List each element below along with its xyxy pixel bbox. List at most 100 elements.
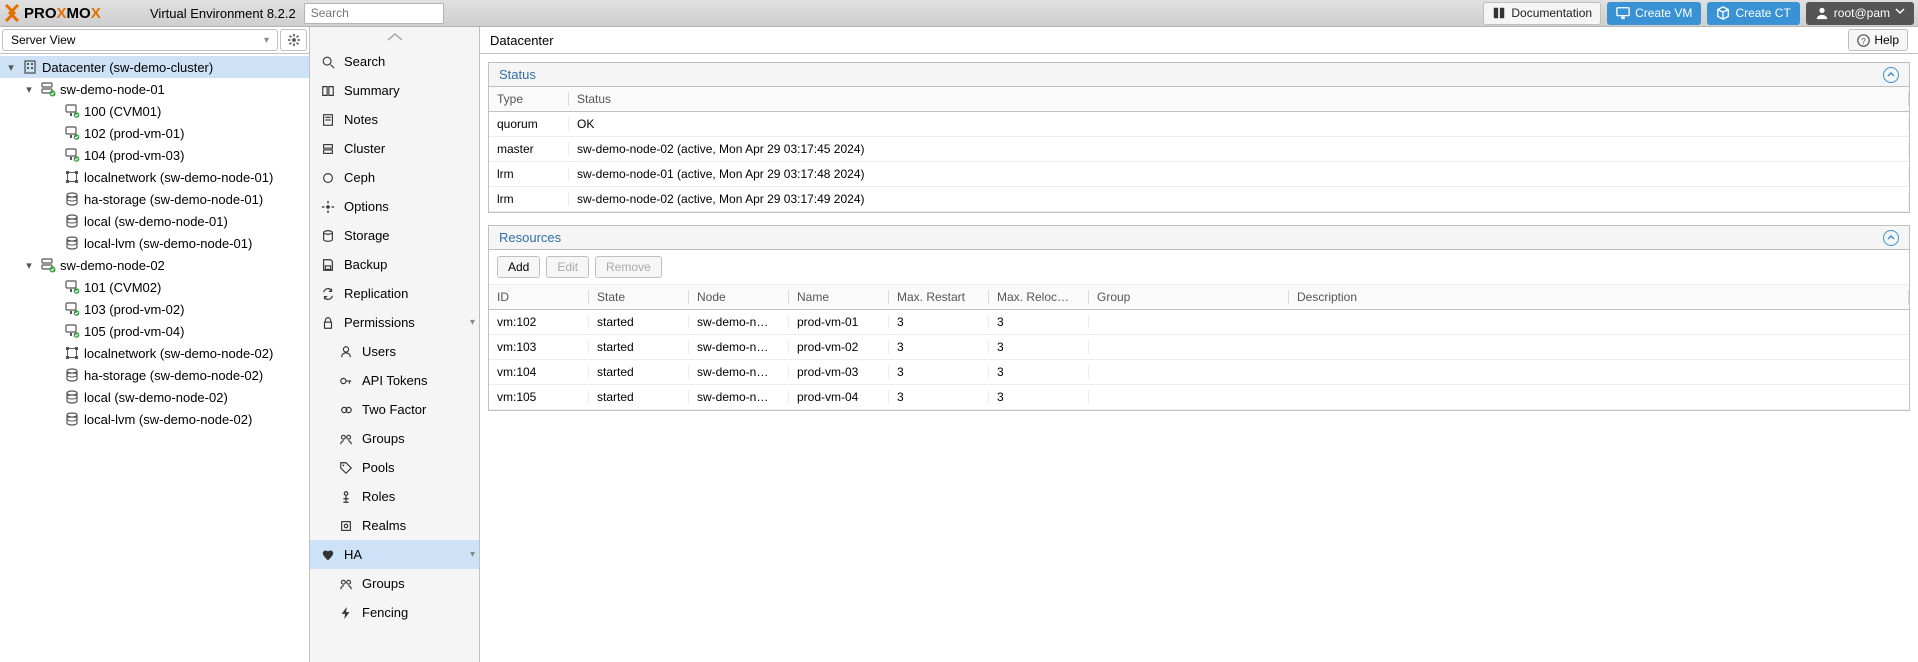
menu-item-label: Permissions <box>344 315 415 330</box>
remove-button[interactable]: Remove <box>595 256 662 278</box>
menu-item-fencing[interactable]: Fencing <box>310 598 479 627</box>
tree-node[interactable]: local (sw-demo-node-02) <box>0 386 309 408</box>
network-icon <box>64 345 80 361</box>
tree-node[interactable]: 105 (prod-vm-04) <box>0 320 309 342</box>
col-maxrestart[interactable]: Max. Restart <box>889 290 989 304</box>
col-node[interactable]: Node <box>689 290 789 304</box>
cell-node: sw-demo-n… <box>689 315 789 329</box>
menu-item-summary[interactable]: Summary <box>310 76 479 105</box>
cell-name: prod-vm-02 <box>789 340 889 354</box>
menu-item-storage[interactable]: Storage <box>310 221 479 250</box>
menu-item-groups[interactable]: Groups <box>310 424 479 453</box>
expand-toggle-icon[interactable]: ▾ <box>22 83 36 96</box>
resource-row[interactable]: vm:102startedsw-demo-n…prod-vm-0133 <box>489 310 1909 335</box>
user-menu-button[interactable]: root@pam <box>1806 2 1914 25</box>
resource-row[interactable]: vm:104startedsw-demo-n…prod-vm-0333 <box>489 360 1909 385</box>
expand-toggle-icon[interactable]: ▾ <box>4 61 18 74</box>
documentation-button[interactable]: Documentation <box>1483 2 1601 25</box>
menu-item-search[interactable]: Search <box>310 47 479 76</box>
menu-item-replication[interactable]: Replication <box>310 279 479 308</box>
status-row[interactable]: quorumOK <box>489 112 1909 137</box>
tree-settings-button[interactable] <box>280 29 307 51</box>
menu-item-groups[interactable]: Groups <box>310 569 479 598</box>
cell-maxrestart: 3 <box>889 340 989 354</box>
menu-item-ceph[interactable]: Ceph <box>310 163 479 192</box>
collapse-icon[interactable] <box>1883 67 1899 83</box>
menu-item-two-factor[interactable]: Two Factor <box>310 395 479 424</box>
tree-node-label: ha-storage (sw-demo-node-01) <box>84 192 263 207</box>
tree-node[interactable]: local-lvm (sw-demo-node-01) <box>0 232 309 254</box>
menu-item-notes[interactable]: Notes <box>310 105 479 134</box>
help-label: Help <box>1874 33 1899 47</box>
menu-item-permissions[interactable]: Permissions ▾ <box>310 308 479 337</box>
cell-node: sw-demo-n… <box>689 390 789 404</box>
col-type[interactable]: Type <box>489 92 569 106</box>
storage-icon <box>64 191 80 207</box>
menu-item-users[interactable]: Users <box>310 337 479 366</box>
key-icon <box>338 373 354 389</box>
menu-item-roles[interactable]: Roles <box>310 482 479 511</box>
menu-item-pools[interactable]: Pools <box>310 453 479 482</box>
tree-node[interactable]: 102 (prod-vm-01) <box>0 122 309 144</box>
expand-toggle-icon[interactable]: ▾ <box>22 259 36 272</box>
note-icon <box>320 112 336 128</box>
status-row[interactable]: lrmsw-demo-node-01 (active, Mon Apr 29 0… <box>489 162 1909 187</box>
book-icon <box>1492 6 1506 20</box>
help-button[interactable]: ? Help <box>1848 29 1908 51</box>
tree-node[interactable]: 101 (CVM02) <box>0 276 309 298</box>
menu-item-options[interactable]: Options <box>310 192 479 221</box>
realm-icon <box>338 518 354 534</box>
menu-item-backup[interactable]: Backup <box>310 250 479 279</box>
col-state[interactable]: State <box>589 290 689 304</box>
resource-row[interactable]: vm:105startedsw-demo-n…prod-vm-0433 <box>489 385 1909 410</box>
tree-node[interactable]: localnetwork (sw-demo-node-02) <box>0 342 309 364</box>
col-desc[interactable]: Description <box>1289 290 1909 304</box>
cell-id: vm:105 <box>489 390 589 404</box>
col-id[interactable]: ID <box>489 290 589 304</box>
tree-node[interactable]: localnetwork (sw-demo-node-01) <box>0 166 309 188</box>
create-ct-button[interactable]: Create CT <box>1707 2 1799 25</box>
col-maxreloc[interactable]: Max. Reloc… <box>989 290 1089 304</box>
cell-maxreloc: 3 <box>989 390 1089 404</box>
cell-maxreloc: 3 <box>989 365 1089 379</box>
status-row[interactable]: lrmsw-demo-node-02 (active, Mon Apr 29 0… <box>489 187 1909 212</box>
tree-node[interactable]: 103 (prod-vm-02) <box>0 298 309 320</box>
menu-item-label: Replication <box>344 286 408 301</box>
tree-node[interactable]: 100 (CVM01) <box>0 100 309 122</box>
tree-node[interactable]: 104 (prod-vm-03) <box>0 144 309 166</box>
menu-item-api-tokens[interactable]: API Tokens <box>310 366 479 395</box>
menu-item-ha[interactable]: HA▾ <box>310 540 479 569</box>
tree-node[interactable]: ▾sw-demo-node-02 <box>0 254 309 276</box>
menu-item-label: Search <box>344 54 385 69</box>
tree-node[interactable]: ha-storage (sw-demo-node-01) <box>0 188 309 210</box>
resource-row[interactable]: vm:103startedsw-demo-n…prod-vm-0233 <box>489 335 1909 360</box>
create-vm-button[interactable]: Create VM <box>1607 2 1701 25</box>
col-group[interactable]: Group <box>1089 290 1289 304</box>
collapse-icon[interactable] <box>1883 230 1899 246</box>
tree-node[interactable]: local-lvm (sw-demo-node-02) <box>0 408 309 430</box>
resource-tree-panel: Server View ▾ ▾Datacenter (sw-demo-clust… <box>0 27 310 662</box>
tree-node[interactable]: ha-storage (sw-demo-node-02) <box>0 364 309 386</box>
search-input[interactable] <box>304 3 444 24</box>
cell-maxreloc: 3 <box>989 340 1089 354</box>
edit-button[interactable]: Edit <box>546 256 589 278</box>
add-button[interactable]: Add <box>497 256 540 278</box>
server-ok-icon <box>40 81 56 97</box>
menu-item-label: Groups <box>362 431 405 446</box>
col-status[interactable]: Status <box>569 92 1909 106</box>
monitor-ok-icon <box>64 125 80 141</box>
cell-state: started <box>589 315 689 329</box>
chevron-down-icon: ▾ <box>470 317 475 328</box>
tree-node[interactable]: ▾sw-demo-node-01 <box>0 78 309 100</box>
status-panel: Status Type Status quorumOKmastersw-demo… <box>488 62 1910 213</box>
tree-node[interactable]: ▾Datacenter (sw-demo-cluster) <box>0 56 309 78</box>
scroll-up-hint-icon[interactable] <box>310 27 479 47</box>
view-selector[interactable]: Server View ▾ <box>2 29 278 51</box>
menu-item-realms[interactable]: Realms <box>310 511 479 540</box>
ve-title: Virtual Environment 8.2.2 <box>150 6 296 21</box>
col-name[interactable]: Name <box>789 290 889 304</box>
menu-item-cluster[interactable]: Cluster <box>310 134 479 163</box>
tree-node[interactable]: local (sw-demo-node-01) <box>0 210 309 232</box>
create-vm-label: Create VM <box>1635 6 1692 20</box>
status-row[interactable]: mastersw-demo-node-02 (active, Mon Apr 2… <box>489 137 1909 162</box>
